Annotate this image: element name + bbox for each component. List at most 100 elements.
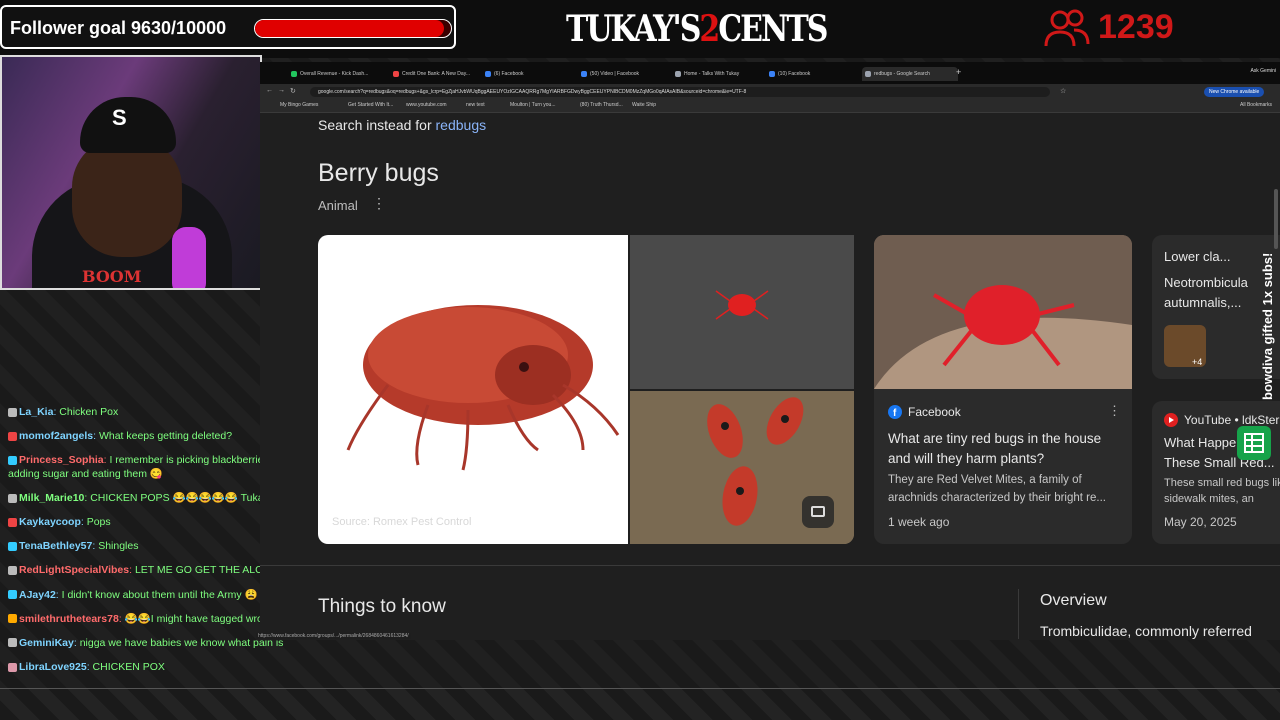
bookmark-star-icon[interactable]: ☆ <box>1060 87 1066 95</box>
tab-strip: Overall Revenue - Kick Dash... Credit One… <box>260 62 1280 84</box>
follower-goal-progress <box>254 19 452 38</box>
bookmark-item[interactable]: new text <box>466 102 485 108</box>
back-icon[interactable]: ← <box>266 87 273 94</box>
browser-tab[interactable]: redbugs - Google Search <box>862 67 958 81</box>
ask-gemini-button[interactable]: Ask Gemini <box>1250 68 1276 74</box>
chat-username[interactable]: GeminiKay <box>19 637 74 649</box>
image-search-icon[interactable] <box>802 496 834 528</box>
stream-overlay: Follower goal 9630/10000 TUKAY'S2CENTS 1… <box>0 0 1280 720</box>
search-instead-link[interactable]: redbugs <box>436 117 487 133</box>
classification-more-count: +4 <box>1192 357 1203 367</box>
browser-tab[interactable]: Overall Revenue - Kick Dash... <box>288 67 380 81</box>
section-divider <box>260 565 1280 566</box>
image-source: Source: Romex Pest Control <box>332 516 472 528</box>
bookmark-item[interactable]: Waite Ship <box>632 102 656 108</box>
bottom-strip <box>0 688 1280 720</box>
new-tab-button[interactable]: + <box>956 67 961 77</box>
chat-username[interactable]: momof2angels <box>19 430 93 442</box>
bookmark-item[interactable]: www.youtube.com <box>406 102 447 108</box>
reload-icon[interactable]: ↻ <box>290 87 296 95</box>
browser-tab[interactable]: Credit One Bank: A New Day... <box>390 67 482 81</box>
browser-tab[interactable]: (6) Facebook <box>482 67 574 81</box>
logo-text-1: TUKAY'S <box>566 8 701 51</box>
chat-username[interactable]: La_Kia <box>19 406 53 418</box>
youtube-card-body: These small red bugs like sidewalk mites… <box>1164 477 1280 505</box>
chat-username[interactable]: Princess_Sophia <box>19 454 104 466</box>
stream-logo: TUKAY'S2CENTS <box>566 8 828 51</box>
chat-username[interactable]: Kaykaycoop <box>19 516 81 528</box>
facebook-card-body: They are Red Velvet Mites, a family of a… <box>888 474 1106 504</box>
facebook-icon: f <box>888 405 902 419</box>
search-results: Search instead for redbugs Berry bugs An… <box>260 113 1280 640</box>
overview-heading: Overview <box>1040 592 1107 609</box>
tab-favicon-icon <box>675 71 681 77</box>
mite-photo <box>630 235 854 389</box>
tab-label: Home - Talks With Tukay <box>684 71 740 77</box>
chat-badge-icon <box>8 566 17 576</box>
chat-username[interactable]: AJay42 <box>19 589 56 601</box>
firebugs-image[interactable] <box>630 391 854 544</box>
facebook-result-card[interactable]: f Facebook ⋮ What are tiny red bugs in t… <box>874 235 1132 544</box>
chat-text: nigga we have babies we know what pain i… <box>79 636 284 649</box>
chat-text: I didn't know about them until the Army … <box>61 588 258 601</box>
tab-favicon-icon <box>865 71 871 77</box>
vertical-divider <box>1018 589 1019 639</box>
gift-sub-banner: bowdiva gifted 1x subs! <box>1242 250 1275 400</box>
forward-icon[interactable]: → <box>278 87 285 94</box>
tab-favicon-icon <box>769 71 775 77</box>
scrollbar[interactable] <box>1274 189 1278 249</box>
mite-on-rock-image[interactable] <box>630 235 854 389</box>
browser-tab[interactable]: Home - Talks With Tukay <box>672 67 764 81</box>
chat-badge-icon <box>8 431 17 441</box>
youtube-result-card[interactable]: YouTube • ldkStern What Happens To These… <box>1152 401 1280 544</box>
chat-text: Chicken Pox <box>59 406 119 418</box>
more-options-icon[interactable]: ⋮ <box>372 195 386 212</box>
chat-username[interactable]: Milk_Marie10 <box>19 492 84 504</box>
all-bookmarks-button[interactable]: All Bookmarks <box>1240 102 1272 108</box>
tab-label: (10) Facebook <box>778 71 811 77</box>
chat-badge-icon <box>8 407 17 417</box>
top-bar: Follower goal 9630/10000 TUKAY'S2CENTS 1… <box>0 0 1280 58</box>
chat-username[interactable]: TenaBethley57 <box>19 540 92 552</box>
bookmark-item[interactable]: Get Started With It... <box>348 102 393 108</box>
red-bug-illustration <box>346 305 620 471</box>
youtube-card-date: May 20, 2025 <box>1164 515 1237 529</box>
spreadsheet-icon[interactable] <box>1237 426 1271 460</box>
tab-favicon-icon <box>393 71 399 77</box>
follower-goal-widget: Follower goal 9630/10000 <box>0 5 456 49</box>
chat-text: Shingles <box>98 540 139 553</box>
chat-badge-icon <box>8 518 17 527</box>
chat-badge-icon <box>8 590 17 600</box>
tab-label: Credit One Bank: A New Day... <box>402 71 470 77</box>
chat-badge-icon <box>8 614 17 624</box>
youtube-icon <box>1164 413 1178 427</box>
navigation-bar: ← → ↻ google.com/search?q=redbugs&oq=red… <box>260 84 1280 100</box>
tab-favicon-icon <box>485 71 491 77</box>
tab-label: (6) Facebook <box>494 71 524 77</box>
webcam-feed: S BOOM <box>0 55 262 290</box>
bookmark-item[interactable]: (80) Truth Thursd... <box>580 102 623 108</box>
logo-text-2: 2 <box>699 8 720 51</box>
chat-badge-icon <box>8 542 17 552</box>
follower-goal-label: Follower goal 9630/10000 <box>10 18 227 38</box>
browser-tab[interactable]: (50) Video | Facebook <box>578 67 670 81</box>
users-icon <box>1044 9 1090 47</box>
tab-label: Overall Revenue - Kick Dash... <box>300 71 369 77</box>
chat-username[interactable]: smilethruthetears78 <box>19 613 119 625</box>
main-bug-image[interactable]: Source: Romex Pest Control <box>318 235 628 544</box>
red-mite-photo <box>874 235 1132 389</box>
chat-username[interactable]: LibraLove925 <box>19 661 87 673</box>
chat-badge-icon <box>8 662 17 672</box>
logo-text-3: CENTS <box>718 8 828 51</box>
browser-tab[interactable]: (10) Facebook <box>766 67 858 81</box>
bookmark-item[interactable]: My Bingo Games <box>280 102 318 108</box>
address-bar[interactable]: google.com/search?q=redbugs&oq=redbugs+&… <box>310 87 1050 97</box>
chrome-update-button[interactable]: New Chrome available <box>1204 87 1265 97</box>
chat-username[interactable]: RedLightSpecialVibes <box>19 564 129 576</box>
tab-favicon-icon <box>581 71 587 77</box>
facebook-card-date: 1 week ago <box>888 515 950 529</box>
viewer-count: 1239 <box>1098 8 1174 46</box>
card-more-icon[interactable]: ⋮ <box>1108 403 1121 419</box>
browser-window: Overall Revenue - Kick Dash... Credit One… <box>260 62 1280 640</box>
bookmark-item[interactable]: Moulton | Turn you... <box>510 102 556 108</box>
